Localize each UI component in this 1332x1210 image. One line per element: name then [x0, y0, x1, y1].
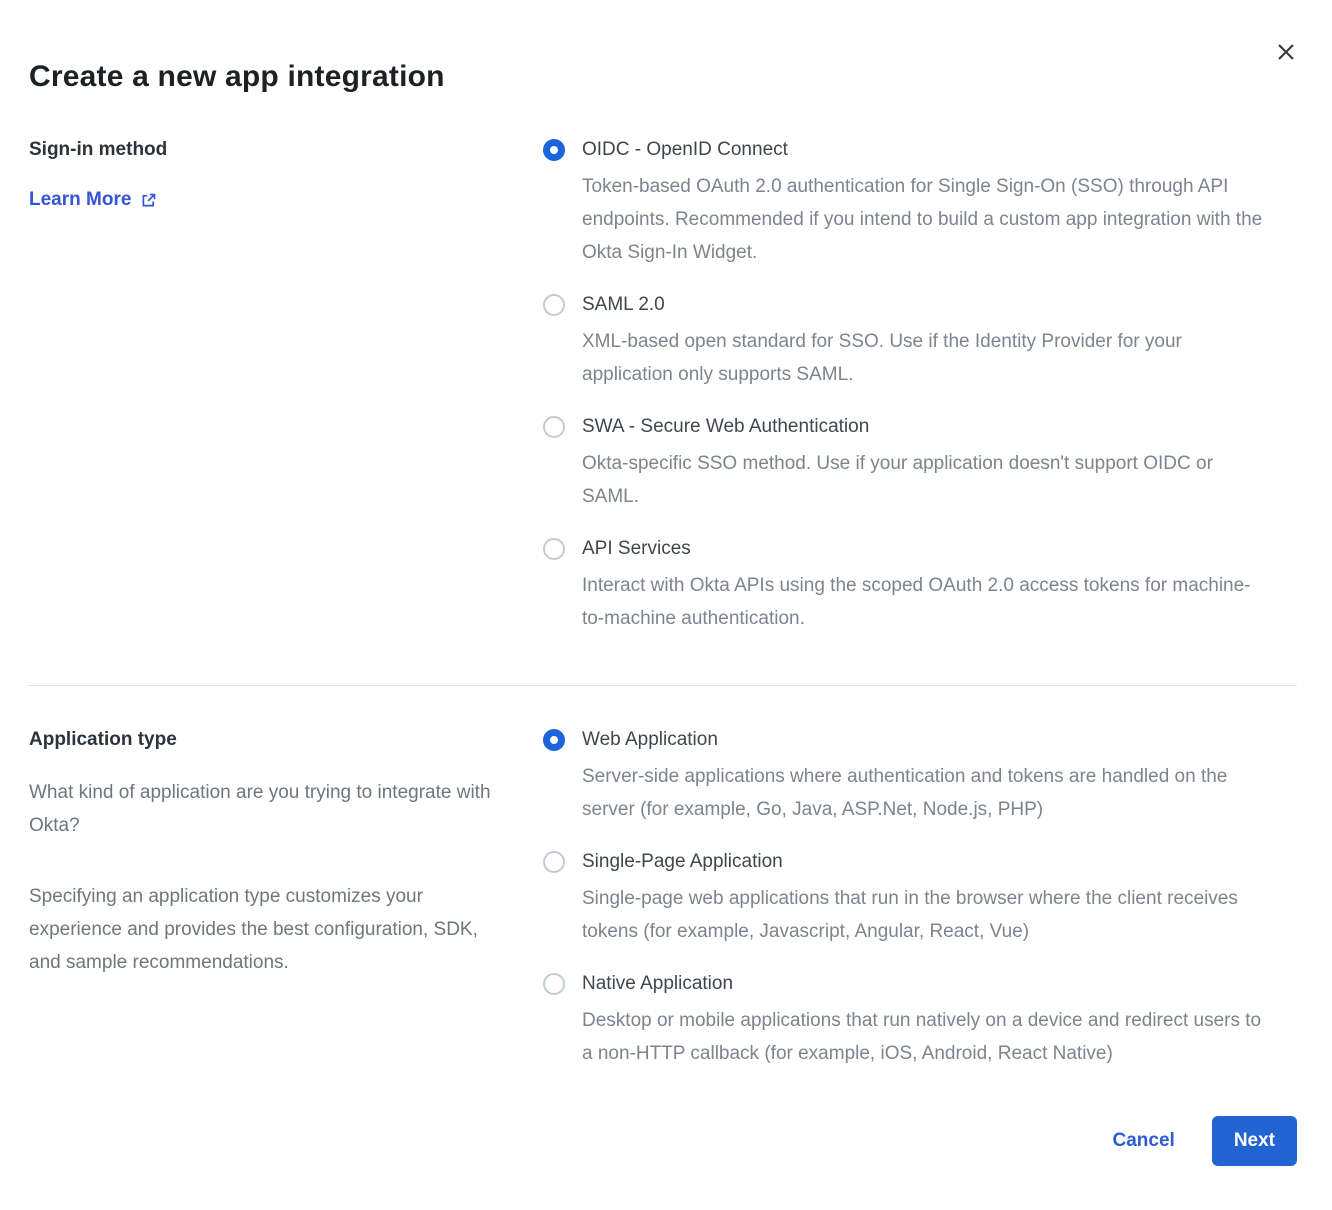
section-divider	[27, 685, 1297, 686]
option-label: Web Application	[582, 728, 1272, 752]
option-description: Server-side applications where authentic…	[582, 760, 1272, 826]
radio-option-web-application[interactable]: Web Application Server-side applications…	[543, 728, 1297, 826]
learn-more-link[interactable]: Learn More	[29, 189, 157, 211]
option-description: Desktop or mobile applications that run …	[582, 1004, 1272, 1070]
application-type-section: Application type What kind of applicatio…	[29, 728, 1297, 1070]
radio-option-swa[interactable]: SWA - Secure Web Authentication Okta-spe…	[543, 415, 1297, 513]
radio-option-native-application[interactable]: Native Application Desktop or mobile app…	[543, 972, 1297, 1070]
radio-web-application[interactable]	[543, 729, 565, 751]
modal-footer: Cancel Next	[29, 1116, 1297, 1166]
option-description: Interact with Okta APIs using the scoped…	[582, 569, 1272, 635]
option-label: OIDC - OpenID Connect	[582, 138, 1272, 162]
radio-swa[interactable]	[543, 416, 565, 438]
close-button[interactable]	[1274, 40, 1298, 64]
radio-native-application[interactable]	[543, 973, 565, 995]
application-type-label: Application type	[29, 728, 501, 752]
radio-option-single-page-application[interactable]: Single-Page Application Single-page web …	[543, 850, 1297, 948]
cancel-button[interactable]: Cancel	[1113, 1130, 1175, 1152]
application-type-note: Specifying an application type customize…	[29, 880, 499, 979]
radio-saml[interactable]	[543, 294, 565, 316]
page-title: Create a new app integration	[29, 60, 1297, 94]
radio-option-api-services[interactable]: API Services Interact with Okta APIs usi…	[543, 537, 1297, 635]
close-icon	[1276, 42, 1296, 62]
radio-oidc[interactable]	[543, 139, 565, 161]
external-link-icon	[140, 192, 157, 209]
option-description: XML-based open standard for SSO. Use if …	[582, 325, 1272, 391]
option-label: SWA - Secure Web Authentication	[582, 415, 1272, 439]
option-description: Token-based OAuth 2.0 authentication for…	[582, 170, 1272, 269]
option-label: Native Application	[582, 972, 1272, 996]
option-label: API Services	[582, 537, 1272, 561]
signin-method-section: Sign-in method Learn More OIDC - OpenID …	[29, 138, 1297, 635]
option-description: Single-page web applications that run in…	[582, 882, 1272, 948]
radio-single-page-application[interactable]	[543, 851, 565, 873]
next-button[interactable]: Next	[1212, 1116, 1297, 1166]
radio-api-services[interactable]	[543, 538, 565, 560]
option-label: SAML 2.0	[582, 293, 1272, 317]
option-label: Single-Page Application	[582, 850, 1272, 874]
learn-more-label: Learn More	[29, 189, 131, 211]
radio-option-saml[interactable]: SAML 2.0 XML-based open standard for SSO…	[543, 293, 1297, 391]
signin-method-label: Sign-in method	[29, 138, 501, 162]
application-type-question: What kind of application are you trying …	[29, 776, 499, 842]
option-description: Okta-specific SSO method. Use if your ap…	[582, 447, 1272, 513]
create-app-integration-modal: Create a new app integration Sign-in met…	[0, 0, 1332, 1210]
radio-option-oidc[interactable]: OIDC - OpenID Connect Token-based OAuth …	[543, 138, 1297, 269]
